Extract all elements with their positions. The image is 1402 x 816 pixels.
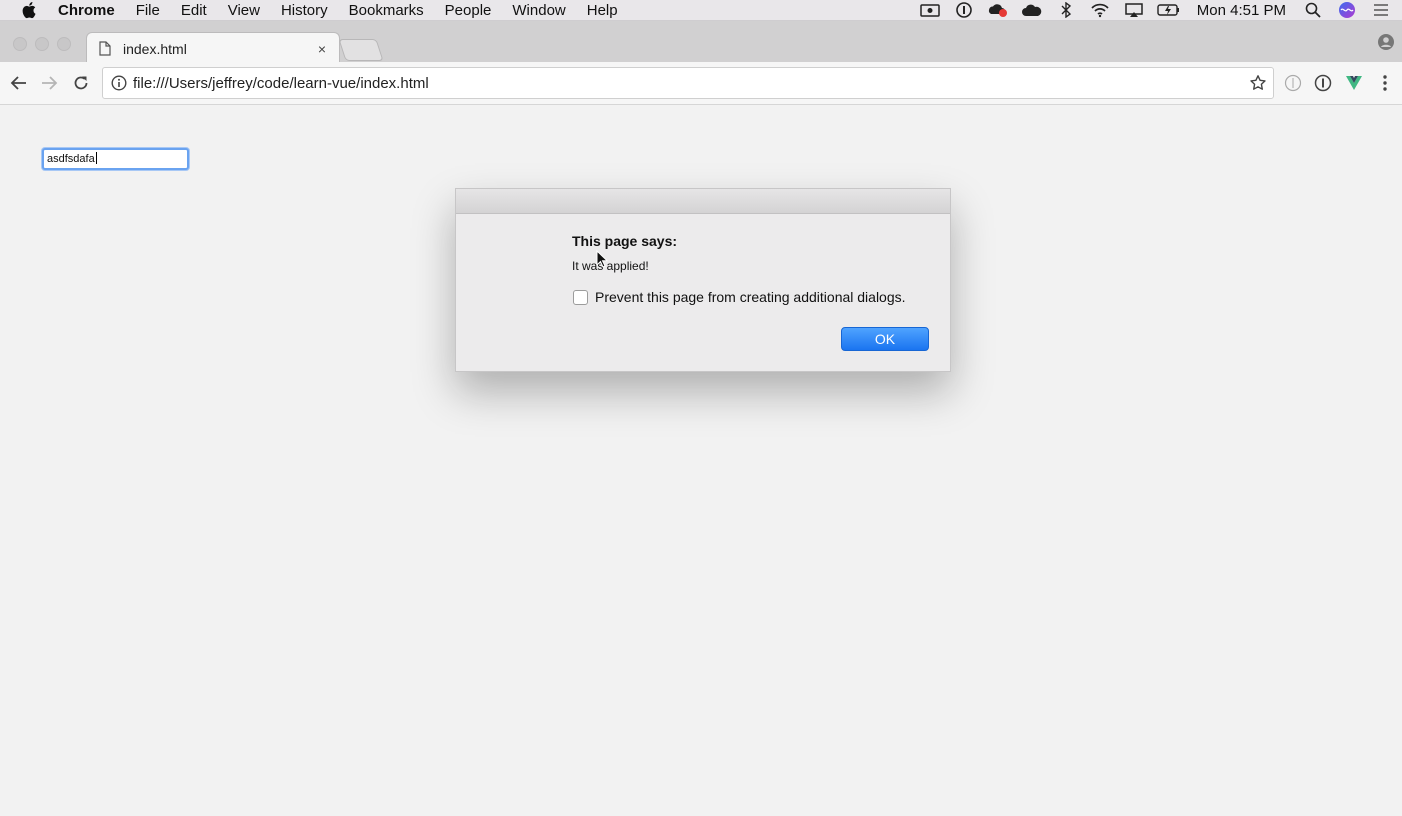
alert-dialog: This page says: It was applied! Prevent … xyxy=(455,188,951,372)
creative-cloud-icon[interactable] xyxy=(987,2,1009,18)
menu-view[interactable]: View xyxy=(228,2,260,19)
window-close-button[interactable] xyxy=(13,37,27,51)
prevent-dialogs-checkbox[interactable] xyxy=(573,289,588,305)
address-bar[interactable]: file:///Users/jeffrey/code/learn-vue/ind… xyxy=(102,67,1274,99)
text-caret xyxy=(95,152,97,164)
screen-record-icon[interactable] xyxy=(919,2,941,18)
prevent-dialogs-option[interactable]: Prevent this page from creating addition… xyxy=(573,289,906,305)
profile-icon[interactable] xyxy=(1378,34,1394,50)
wifi-icon[interactable] xyxy=(1089,2,1111,18)
new-tab-button[interactable] xyxy=(338,39,384,61)
reload-button[interactable] xyxy=(71,73,91,93)
back-button[interactable] xyxy=(9,73,29,93)
chrome-menu-icon[interactable] xyxy=(1375,73,1395,93)
menu-help[interactable]: Help xyxy=(587,2,618,19)
dialog-message: It was applied! xyxy=(572,259,649,273)
tab-close-button[interactable]: × xyxy=(315,41,329,57)
forward-button[interactable] xyxy=(39,73,59,93)
tab-title: index.html xyxy=(123,40,187,57)
mouse-pointer-icon xyxy=(596,249,609,268)
extension-1-icon[interactable] xyxy=(1283,73,1303,93)
dialog-titlebar[interactable] xyxy=(456,189,950,214)
cloud-icon[interactable] xyxy=(1021,2,1043,18)
menu-history[interactable]: History xyxy=(281,2,328,19)
document-icon xyxy=(99,41,113,57)
menu-people[interactable]: People xyxy=(445,2,492,19)
1password-extension-icon[interactable] xyxy=(1313,73,1333,93)
window-minimize-button[interactable] xyxy=(35,37,49,51)
airplay-icon[interactable] xyxy=(1123,2,1145,18)
tab-strip: index.html × xyxy=(0,21,1402,64)
menu-edit[interactable]: Edit xyxy=(181,2,207,19)
notification-center-icon[interactable] xyxy=(1370,2,1392,18)
tab-index-html[interactable]: index.html × xyxy=(86,32,340,64)
bluetooth-icon[interactable] xyxy=(1055,2,1077,18)
status-area: Mon 4:51 PM xyxy=(907,0,1402,20)
menu-bar: Chrome File Edit View History Bookmarks … xyxy=(0,0,1402,21)
siri-icon[interactable] xyxy=(1336,2,1358,18)
menubar-clock[interactable]: Mon 4:51 PM xyxy=(1197,2,1286,19)
browser-toolbar: file:///Users/jeffrey/code/learn-vue/ind… xyxy=(0,62,1402,105)
bookmark-star-icon[interactable] xyxy=(1249,74,1267,92)
menu-file[interactable]: File xyxy=(136,2,160,19)
dialog-title: This page says: xyxy=(572,233,678,249)
prevent-dialogs-label[interactable]: Prevent this page from creating addition… xyxy=(595,289,906,305)
battery-icon[interactable] xyxy=(1157,2,1179,18)
ok-button[interactable]: OK xyxy=(841,327,929,351)
vue-devtools-icon[interactable] xyxy=(1344,73,1364,93)
menu-bookmarks[interactable]: Bookmarks xyxy=(349,2,424,19)
spotlight-icon[interactable] xyxy=(1302,2,1324,18)
text-input[interactable]: asdfsdafa xyxy=(42,148,189,170)
menu-window[interactable]: Window xyxy=(512,2,565,19)
text-input-value: asdfsdafa xyxy=(47,153,95,165)
site-info-icon[interactable] xyxy=(111,75,127,91)
apple-menu-icon[interactable] xyxy=(22,1,42,19)
window-zoom-button[interactable] xyxy=(57,37,71,51)
1password-icon[interactable] xyxy=(953,2,975,18)
menu-chrome[interactable]: Chrome xyxy=(58,2,115,19)
url-text[interactable]: file:///Users/jeffrey/code/learn-vue/ind… xyxy=(133,75,1249,92)
